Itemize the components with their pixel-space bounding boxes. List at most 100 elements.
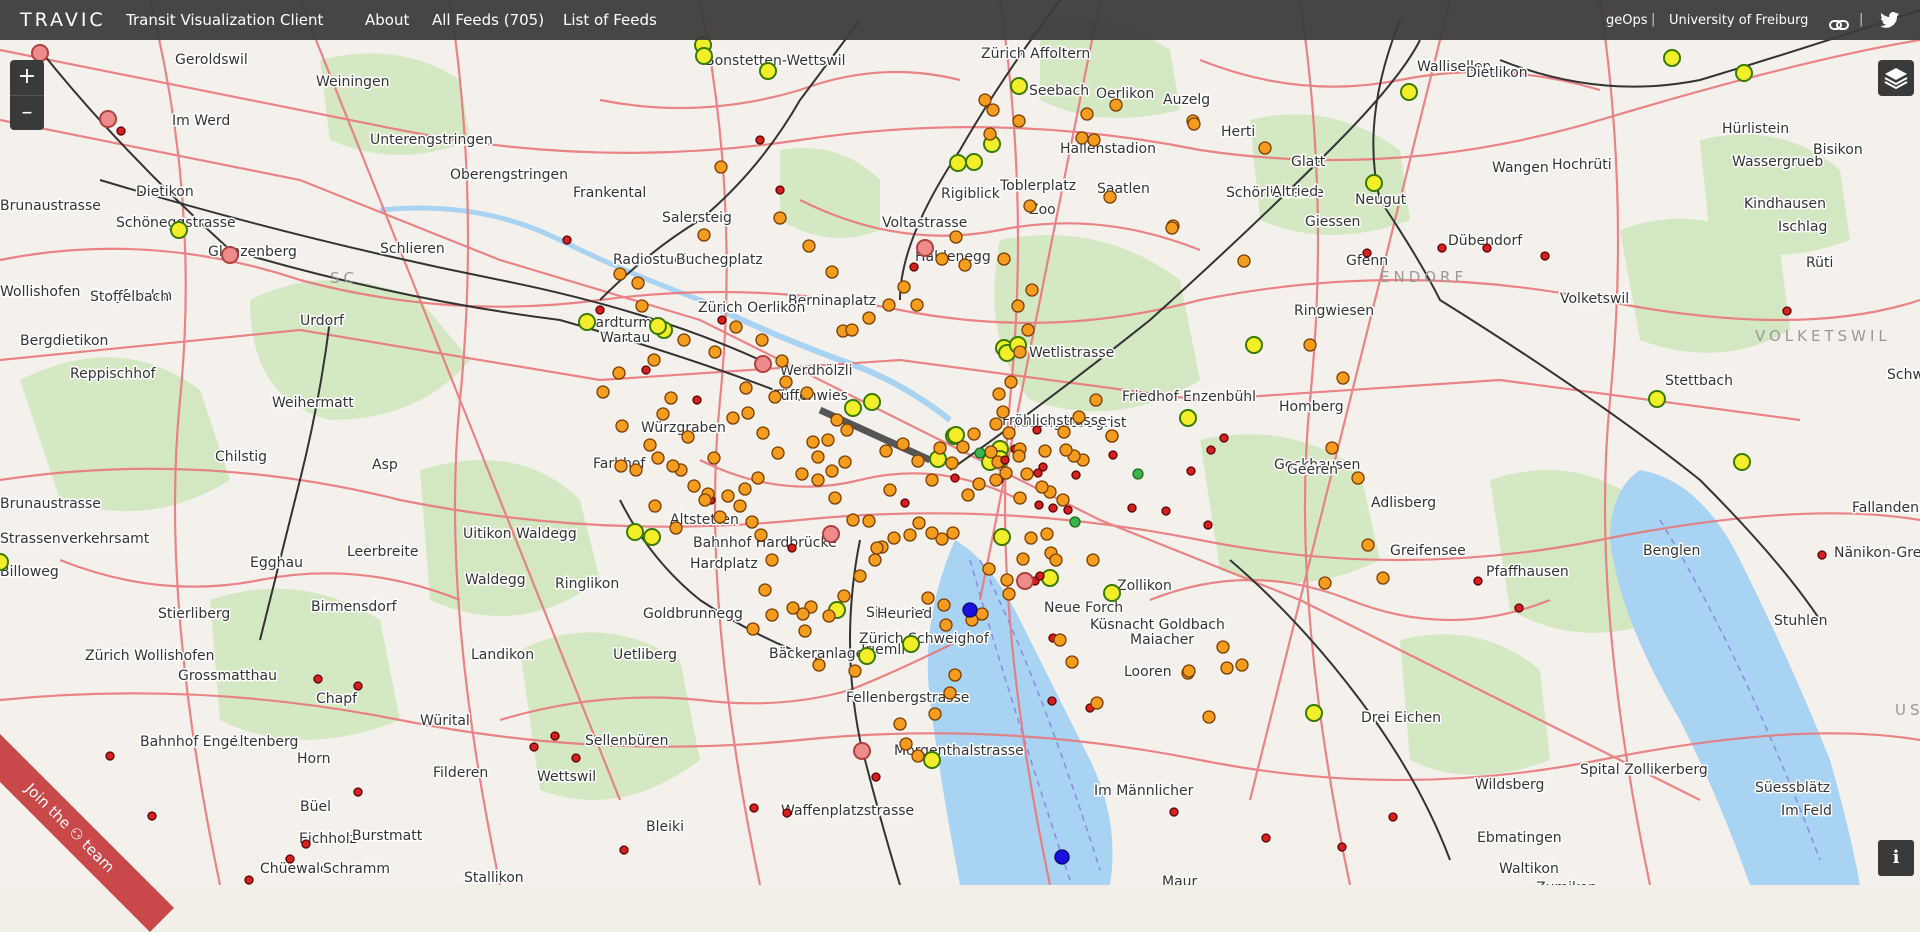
nav-about[interactable]: About [365,11,409,29]
vehicle-marker-bus[interactable] [862,514,876,528]
vehicle-marker-train[interactable] [1400,83,1418,101]
vehicle-marker-tram[interactable] [1063,505,1073,515]
vehicle-marker-tram[interactable] [285,854,295,864]
vehicle-marker-bus[interactable] [925,473,939,487]
vehicle-marker-bus[interactable] [1059,443,1073,457]
vehicle-marker-bus[interactable] [1361,538,1375,552]
vehicle-marker-bus[interactable] [1038,444,1052,458]
vehicle-marker-bus[interactable] [1023,199,1037,213]
vehicle-marker-tram[interactable] [1362,248,1372,258]
vehicle-marker-bus[interactable] [739,381,753,395]
vehicle-marker-bus[interactable] [897,280,911,294]
vehicle-marker-bus[interactable] [1235,658,1249,672]
link-geops[interactable]: geOps [1606,13,1648,28]
vehicle-marker-train[interactable] [1305,704,1323,722]
vehicle-marker-bus[interactable] [669,521,683,535]
vehicle-marker-bus[interactable] [1202,710,1216,724]
vehicle-marker-train[interactable] [1648,390,1666,408]
vehicle-marker-bus[interactable] [758,583,772,597]
vehicle-marker-bus[interactable] [613,267,627,281]
vehicle-marker-bus[interactable] [992,387,1006,401]
vehicle-marker-bus[interactable] [887,531,901,545]
vehicle-marker-rail[interactable] [1016,572,1034,590]
vehicle-marker-bus[interactable] [1351,471,1365,485]
vehicle-marker-bus[interactable] [721,489,735,503]
vehicle-marker-bus[interactable] [853,569,867,583]
vehicle-marker-tram[interactable] [116,126,126,136]
vehicle-marker-bus[interactable] [726,411,740,425]
vehicle-marker-tram[interactable] [1388,812,1398,822]
vehicle-marker-bus[interactable] [795,467,809,481]
vehicle-marker-bus[interactable] [729,320,743,334]
vehicle-marker-bus[interactable] [949,230,963,244]
vehicle-marker-bus[interactable] [837,589,851,603]
vehicle-marker-train[interactable] [649,317,667,335]
vehicle-marker-tram[interactable] [1817,550,1827,560]
vehicle-marker-bus[interactable] [811,450,825,464]
vehicle-marker-bus[interactable] [1002,587,1016,601]
vehicle-marker-bus[interactable] [1182,664,1196,678]
vehicle-marker-other[interactable] [1132,468,1144,480]
vehicle-marker-bus[interactable] [846,513,860,527]
vehicle-marker-bus[interactable] [1040,527,1054,541]
vehicle-marker-tram[interactable] [1071,470,1081,480]
vehicle-marker-rail[interactable] [822,525,840,543]
vehicle-marker-bus[interactable] [656,407,670,421]
vehicle-marker-bus[interactable] [825,265,839,279]
vehicle-marker-bus[interactable] [1237,254,1251,268]
vehicle-marker-bus[interactable] [978,93,992,107]
vehicle-marker-bus[interactable] [921,591,935,605]
transit-map[interactable]: ENDORF VOLKETSWIL SC US Geroldswil Weinin… [0,0,1920,885]
vehicle-marker-bus[interactable] [1105,429,1119,443]
vehicle-marker-bus[interactable] [768,390,782,404]
vehicle-marker-bus[interactable] [714,160,728,174]
vehicle-marker-train[interactable] [1245,336,1263,354]
vehicle-marker-bus[interactable] [972,477,986,491]
vehicle-marker-bus[interactable] [615,419,629,433]
vehicle-marker-tram[interactable] [1482,243,1492,253]
vehicle-marker-bus[interactable] [967,427,981,441]
link-university-freiburg[interactable]: University of Freiburg [1669,13,1808,28]
vehicle-marker-bus[interactable] [800,386,814,400]
vehicle-marker-train[interactable] [1103,584,1121,602]
vehicle-marker-bus[interactable] [1021,323,1035,337]
vehicle-marker-bus[interactable] [1376,571,1390,585]
vehicle-marker-bus[interactable] [1325,441,1339,455]
vehicle-marker-tram[interactable] [595,305,605,315]
vehicle-marker-bus[interactable] [1303,338,1317,352]
vehicle-marker-bus[interactable] [647,353,661,367]
vehicle-marker-bus[interactable] [802,239,816,253]
vehicle-marker-bus[interactable] [756,426,770,440]
vehicle-marker-bus[interactable] [982,562,996,576]
vehicle-marker-bus[interactable] [845,323,859,337]
info-button[interactable]: i [1878,840,1914,876]
vehicle-marker-bus[interactable] [1109,98,1123,112]
vehicle-marker-tram[interactable] [353,681,363,691]
vehicle-marker-bus[interactable] [1087,133,1101,147]
vehicle-marker-bus[interactable] [798,624,812,638]
link-icon[interactable] [1829,15,1849,30]
vehicle-marker-bus[interactable] [713,510,727,524]
vehicle-marker-tram[interactable] [787,543,797,553]
vehicle-marker-bus[interactable] [786,601,800,615]
vehicle-marker-bus[interactable] [755,333,769,347]
vehicle-marker-bus[interactable] [928,707,942,721]
vehicle-marker-train[interactable] [1179,409,1197,427]
vehicle-marker-bus[interactable] [738,482,752,496]
vehicle-marker-tram[interactable] [619,845,629,855]
vehicle-marker-train[interactable] [1735,64,1753,82]
vehicle-marker-tram[interactable] [1033,468,1043,478]
vehicle-marker-bus[interactable] [1336,371,1350,385]
vehicle-marker-tram[interactable] [717,315,727,325]
vehicle-marker-tram[interactable] [1203,520,1213,530]
vehicle-marker-tram[interactable] [749,803,759,813]
vehicle-marker-bus[interactable] [935,252,949,266]
vehicle-marker-train[interactable] [0,553,9,571]
vehicle-marker-train[interactable] [1010,77,1028,95]
vehicle-marker-tram[interactable] [571,753,581,763]
vehicle-marker-tram[interactable] [301,839,311,849]
vehicle-marker-bus[interactable] [896,437,910,451]
vehicle-marker-bus[interactable] [1090,696,1104,710]
vehicle-marker-bus[interactable] [629,463,643,477]
vehicle-marker-rail[interactable] [99,110,117,128]
